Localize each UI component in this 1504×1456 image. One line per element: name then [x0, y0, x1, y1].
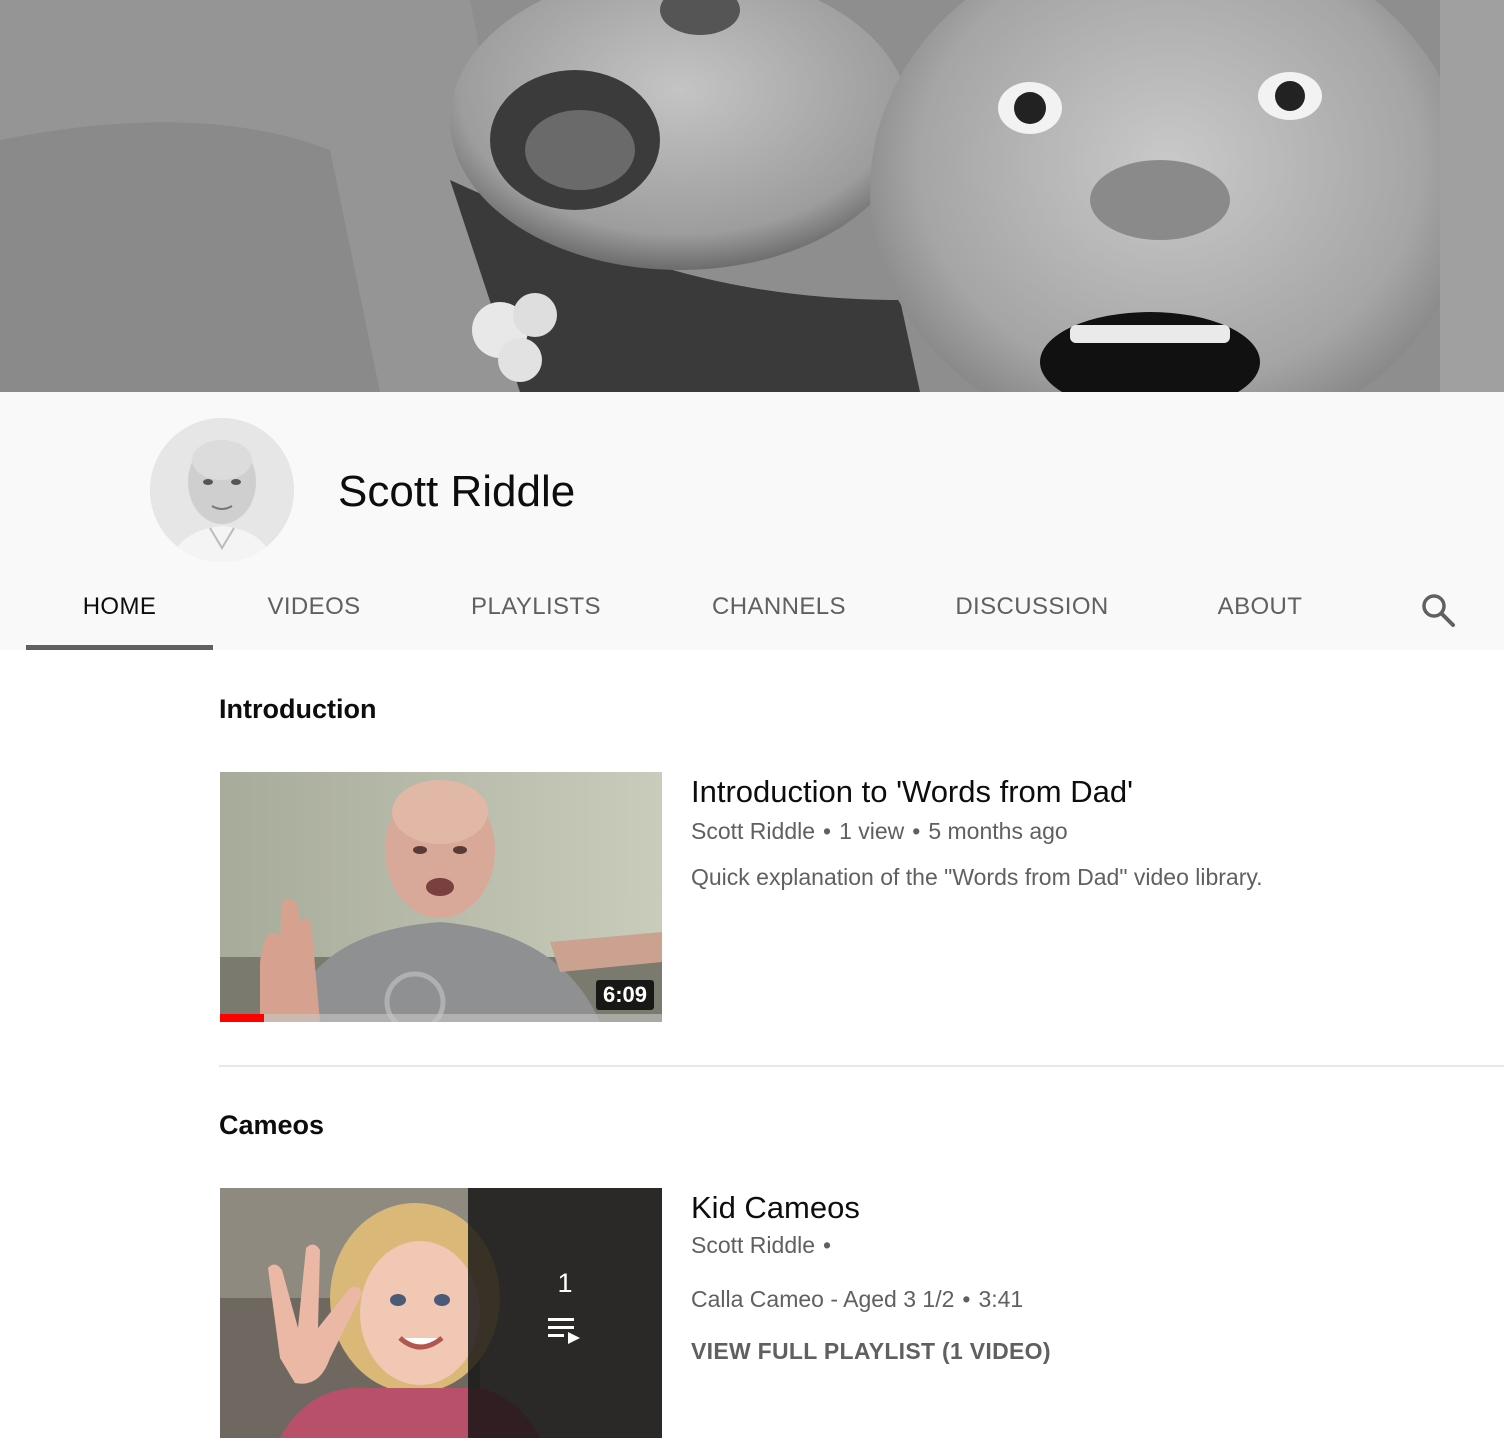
banner-image — [0, 0, 1504, 392]
channel-banner — [0, 0, 1504, 392]
video-channel-link[interactable]: Scott Riddle — [691, 818, 815, 844]
meta-separator: • — [823, 1232, 832, 1258]
tab-channels[interactable]: CHANNELS — [690, 570, 868, 650]
video-thumbnail[interactable]: 6:09 — [220, 772, 662, 1022]
playlist-channel-link[interactable]: Scott Riddle — [691, 1232, 815, 1258]
watch-progress-fill — [220, 1014, 265, 1022]
playlist-item-duration: 3:41 — [978, 1286, 1024, 1312]
channel-avatar[interactable] — [150, 418, 294, 562]
tab-discussion[interactable]: DISCUSSION — [936, 570, 1128, 650]
shelf-title-cameos[interactable]: Cameos — [219, 1110, 324, 1141]
video-description: Quick explanation of the "Words from Dad… — [691, 864, 1263, 890]
avatar-image — [150, 418, 294, 562]
playlist-icon — [548, 1316, 582, 1353]
meta-separator: • — [823, 818, 832, 844]
tab-videos[interactable]: VIDEOS — [244, 570, 384, 650]
tab-playlists[interactable]: PLAYLISTS — [446, 570, 626, 650]
video-age: 5 months ago — [928, 818, 1068, 844]
watch-progress-track — [220, 1014, 662, 1022]
channel-name: Scott Riddle — [338, 467, 576, 516]
playlist-thumbnail[interactable]: 1 — [220, 1188, 662, 1438]
playlist-video-count: 1 — [557, 1268, 573, 1298]
tab-about[interactable]: ABOUT — [1196, 570, 1324, 650]
shelf-title-introduction[interactable]: Introduction — [219, 694, 376, 725]
playlist-meta: Scott Riddle • — [691, 1232, 839, 1259]
search-icon[interactable] — [1418, 590, 1458, 630]
shelf-divider — [219, 1065, 1504, 1067]
video-meta: Scott Riddle • 1 view • 5 months ago — [691, 818, 1068, 845]
meta-separator: • — [912, 818, 921, 844]
channel-header: Scott Riddle HOME VIDEOS PLAYLISTS CHANN… — [0, 392, 1504, 650]
playlist-count-overlay: 1 — [468, 1188, 662, 1438]
video-views: 1 view — [839, 818, 905, 844]
home-content: Introduction 6:09 Introduction to 'Words… — [0, 650, 1504, 1456]
view-full-playlist-link[interactable]: VIEW FULL PLAYLIST (1 VIDEO) — [691, 1338, 1051, 1365]
tab-home[interactable]: HOME — [26, 570, 213, 650]
meta-separator: • — [962, 1286, 971, 1312]
playlist-title[interactable]: Kid Cameos — [691, 1190, 860, 1226]
video-duration: 6:09 — [595, 980, 654, 1010]
playlist-item-title: Calla Cameo - Aged 3 1/2 — [691, 1286, 955, 1312]
channel-tabs: HOME VIDEOS PLAYLISTS CHANNELS DISCUSSIO… — [0, 570, 1504, 650]
video-title[interactable]: Introduction to 'Words from Dad' — [691, 774, 1133, 810]
playlist-item[interactable]: Calla Cameo - Aged 3 1/2 • 3:41 — [691, 1286, 1023, 1313]
